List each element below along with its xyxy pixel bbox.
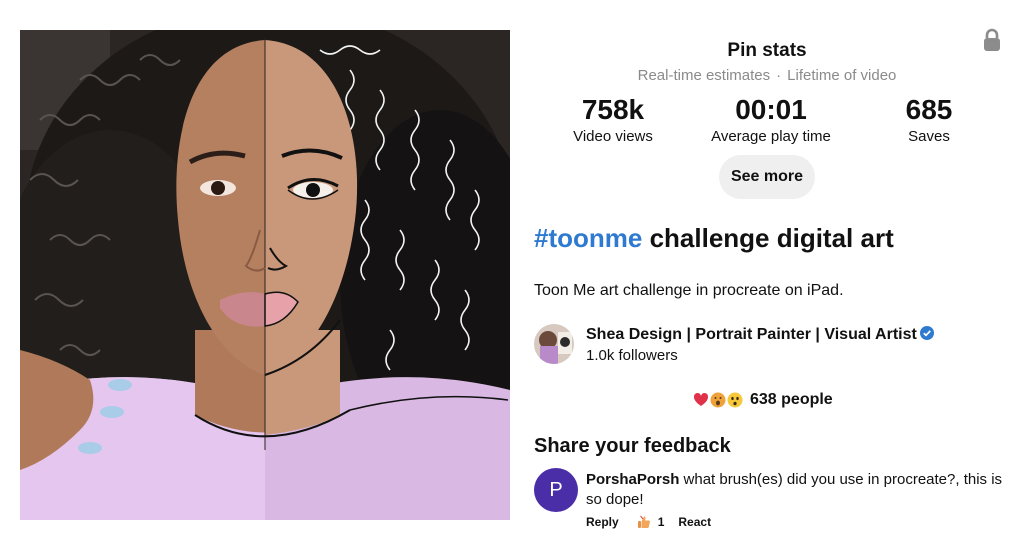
creator-followers: 1.0k followers [586,347,678,364]
stats-title: Pin stats [727,40,807,61]
hashtag-link[interactable]: #toonme [534,223,642,253]
verified-badge-icon [919,326,934,340]
metric-value: 00:01 [735,94,807,125]
reactions-summary[interactable]: 638 people [693,389,833,411]
metric-label: Saves [908,128,950,145]
comment-like[interactable]: 1 [637,515,665,529]
thumbs-up-icon [637,515,650,528]
reaction-count: 638 people [750,391,833,408]
comment-body: PorshaPorsh what brush(es) did you use i… [586,470,1006,510]
wow-emoji-icon [710,392,726,408]
metric-saves: 685 Saves [878,94,980,145]
heart-eyes-emoji-icon [693,392,709,408]
stats-subtitle-right: Lifetime of video [787,67,897,84]
comment-author[interactable]: PorshaPorsh [586,471,679,488]
like-count: 1 [657,515,665,529]
metric-label: Video views [573,128,653,145]
reply-button[interactable]: Reply [586,515,619,529]
surprised-emoji-icon [727,392,743,408]
pin-title-text: challenge digital art [642,223,894,253]
stats-subtitle-left: Real-time estimates [637,67,771,84]
metric-video-views: 758k Video views [550,94,676,145]
see-more-button[interactable]: See more [719,155,815,199]
react-button[interactable]: React [678,515,711,529]
commenter-avatar[interactable]: P [534,468,578,512]
comment-actions: Reply 1 React [586,515,711,529]
creator-avatar[interactable] [534,324,574,364]
pin-image[interactable] [20,30,510,520]
metric-value: 758k [581,94,645,125]
creator-name[interactable]: Shea Design | Portrait Painter | Visual … [586,326,934,344]
feedback-heading: Share your feedback [534,435,731,457]
stats-subtitle-separator: · [776,67,782,84]
metric-value: 685 [905,94,953,125]
creator-name-text: Shea Design | Portrait Painter | Visual … [586,326,917,343]
reaction-icons [693,392,744,408]
pin-title: #toonme challenge digital art [534,223,894,254]
pin-description: Toon Me art challenge in procreate on iP… [534,282,844,299]
stats-subtitle: Real-time estimates · Lifetime of video [534,67,1000,84]
metric-label: Average play time [711,128,831,145]
metric-average-play-time: 00:01 Average play time [697,94,845,145]
